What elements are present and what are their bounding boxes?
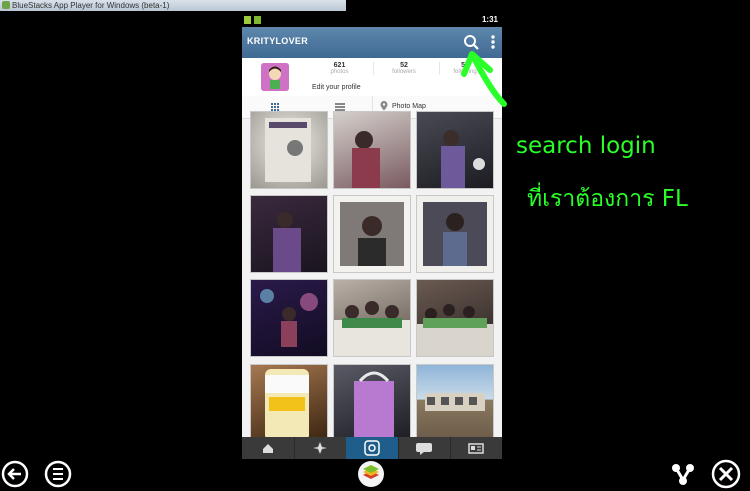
menu-icon [44, 460, 72, 488]
app-icon [2, 1, 10, 9]
stat-followers[interactable]: 52 followers [373, 62, 434, 75]
settings-button[interactable] [711, 459, 741, 489]
nav-home[interactable] [242, 437, 295, 459]
nav-explore[interactable] [294, 437, 347, 459]
annotation-line-1: search login [516, 133, 656, 159]
bottom-nav [242, 437, 502, 459]
photo-thumbnail[interactable] [251, 280, 327, 356]
bluestacks-logo-icon [358, 461, 384, 487]
home-icon [263, 444, 273, 453]
notification-icon [254, 16, 261, 24]
nav-camera[interactable] [346, 437, 399, 459]
news-icon [416, 443, 432, 455]
photo-thumbnail[interactable] [334, 280, 410, 356]
photo-thumbnail[interactable] [417, 365, 493, 441]
menu-button[interactable] [44, 460, 72, 488]
photo-map-label: Photo Map [392, 103, 426, 110]
share-button[interactable] [669, 460, 697, 488]
nav-news[interactable] [398, 437, 451, 459]
window-title: BlueStacks App Player for Windows (beta-… [12, 1, 170, 10]
tools-icon [711, 459, 741, 489]
status-bar: 1:31 [242, 13, 502, 27]
photo-thumbnail[interactable] [417, 280, 493, 356]
notification-icon [244, 16, 251, 24]
window-title-bar: BlueStacks App Player for Windows (beta-… [0, 0, 346, 11]
back-icon [1, 460, 29, 488]
arrow-annotation [461, 51, 507, 107]
stat-photos[interactable]: 621 photos [312, 62, 367, 75]
avatar[interactable] [261, 63, 289, 91]
back-button[interactable] [1, 460, 29, 488]
profile-icon [468, 443, 484, 454]
photo-thumbnail[interactable] [334, 112, 410, 188]
camera-icon [364, 440, 380, 456]
photo-thumbnail[interactable] [334, 365, 410, 441]
photo-thumbnail[interactable] [251, 196, 327, 272]
explore-icon [313, 442, 327, 454]
photo-thumbnail[interactable] [334, 196, 410, 272]
clock: 1:31 [481, 15, 498, 24]
annotation-line-2: ที่เราต้องการ FL [527, 186, 688, 212]
share-icon [672, 464, 694, 485]
nav-profile[interactable] [450, 437, 502, 459]
bluestacks-home-button[interactable] [357, 460, 385, 488]
username: KRITYLOVER [247, 36, 309, 46]
photo-thumbnail[interactable] [251, 112, 327, 188]
photo-thumbnail[interactable] [417, 112, 493, 188]
photo-thumbnail[interactable] [251, 365, 327, 441]
photo-thumbnail[interactable] [417, 196, 493, 272]
edit-profile-button[interactable]: Edit your profile [312, 84, 361, 91]
